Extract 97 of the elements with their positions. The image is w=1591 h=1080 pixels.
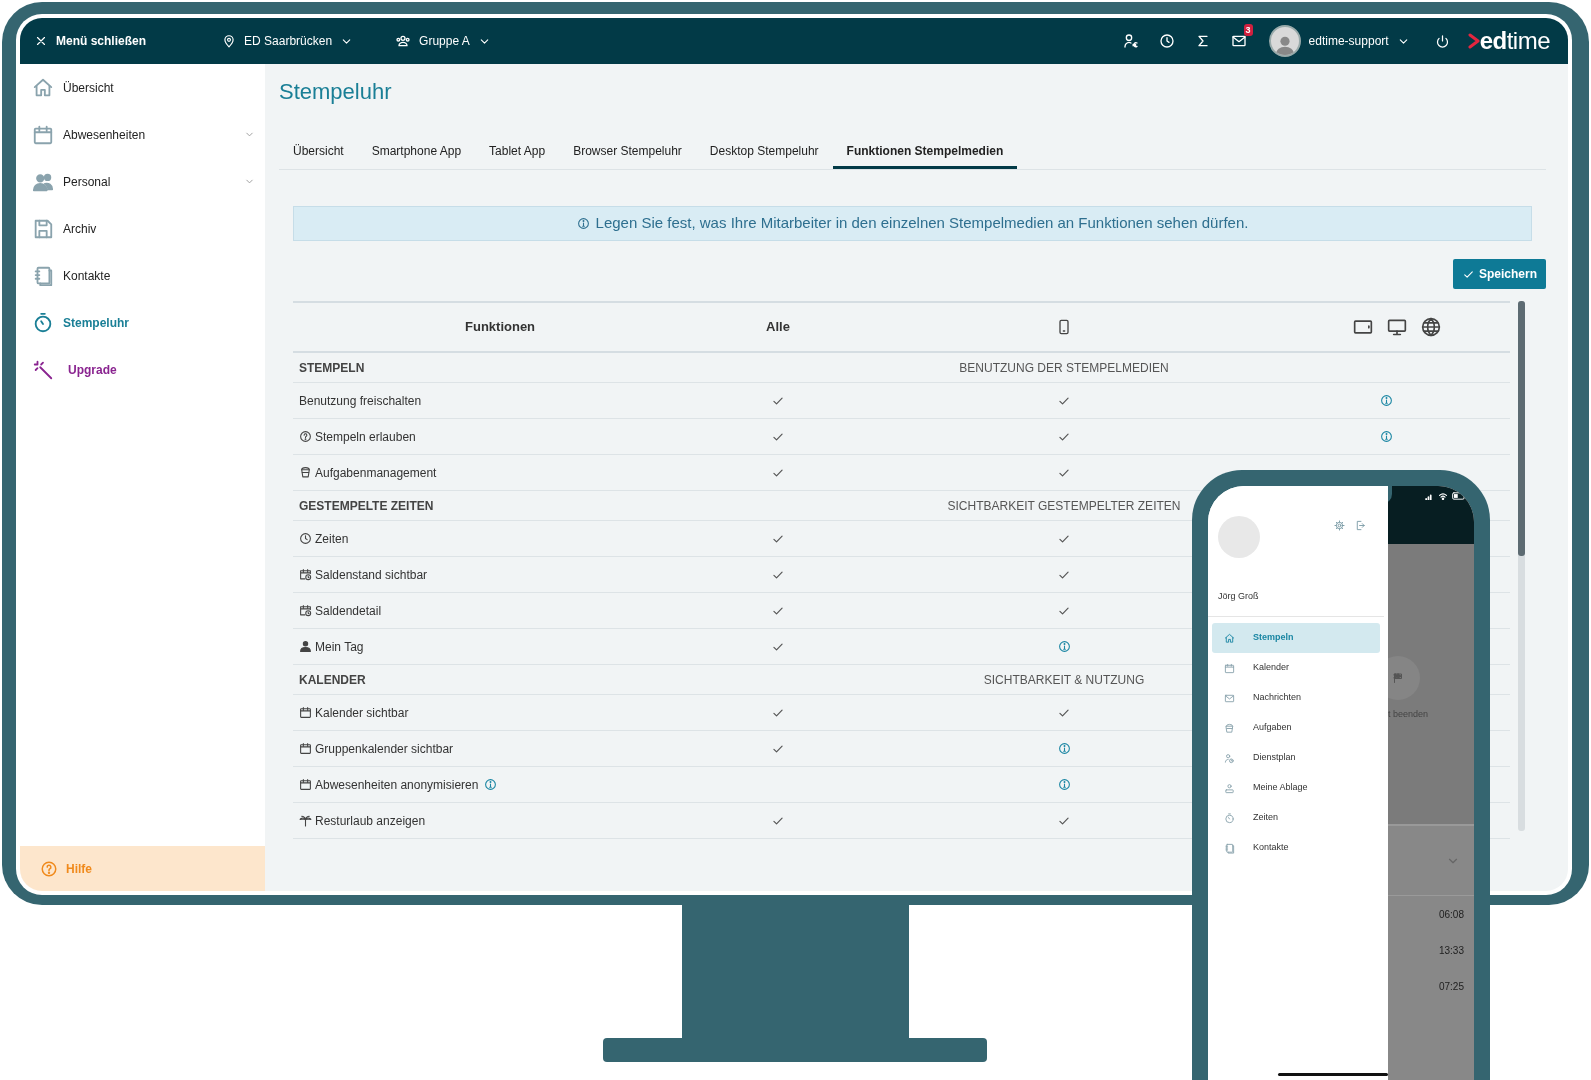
power-icon [1435,33,1451,49]
drawer-menu-item[interactable]: Kontakte [1212,833,1380,863]
function-label: Mein Tag [315,638,364,656]
time-value: 07:25 [1438,979,1464,994]
function-label: Abwesenheiten anonymisieren [315,776,479,794]
close-icon [34,34,48,48]
calendar-icon [299,742,312,755]
tab[interactable]: Tablet App [475,136,560,169]
sidebar-item[interactable]: Archiv [20,205,265,252]
column-header: Funktionen [464,318,537,337]
function-label: Saldenstand sichtbar [315,566,428,584]
tab[interactable]: Desktop Stempeluhr [695,136,833,169]
function-label: Benutzung freischalten [299,392,422,410]
edtime-logo: edtime [1467,29,1550,53]
tab[interactable]: Funktionen Stempelmedien [832,136,1018,169]
group-dropdown[interactable]: Gruppe A [395,32,491,50]
sidebar-item[interactable]: Personal [20,158,265,205]
bucket-icon [1224,722,1235,734]
column-header: Alle [765,318,791,337]
envelope-icon [1224,692,1235,704]
close-menu-button[interactable]: Menü schließen [34,32,147,50]
location-dropdown[interactable]: ED Saarbrücken [222,32,354,50]
contacts-book-icon [32,264,54,287]
drawer-menu-item[interactable]: Aufgaben [1212,713,1380,743]
help-icon [40,859,58,878]
function-label: Saldendetail [315,602,382,620]
calendar-icon [32,123,54,146]
question-circle-icon [299,430,312,443]
person-icon [299,640,312,653]
section-note: SICHTBARKEIT GESTEMPELTER ZEITEN [947,497,1181,515]
logout-icon [1355,520,1366,531]
section-title: GESTEMPELTE ZEITEN [298,497,435,515]
signal-icon [1424,492,1434,500]
home-icon [32,76,54,99]
time-value: 13:33 [1438,943,1464,958]
messages-button[interactable]: 3 [1220,26,1257,56]
sidebar-item[interactable]: Übersicht [20,64,265,111]
function-label: Stempeln erlauben [315,428,416,446]
envelope-icon [1230,33,1247,49]
palm-tree-icon [299,814,312,827]
function-label: Gruppenkalender sichtbar [315,740,454,758]
sidebar-item[interactable]: Kontakte [20,252,265,299]
checkered-flag-icon [1392,672,1404,684]
smartphone-icon [1056,319,1072,335]
drawer-menu-item[interactable]: Dienstplan [1212,743,1380,773]
section-note: BENUTZUNG DER STEMPELMEDIEN [959,359,1169,377]
stopwatch-icon [1224,812,1235,824]
settings-icon [1334,520,1345,531]
info-icon [576,217,590,230]
unread-badge: 3 [1243,24,1253,36]
function-label: Aufgabenmanagement [315,464,437,482]
calendar-icon [299,778,312,791]
function-label: Kalender sichtbar [315,704,409,722]
clock-icon [1158,33,1175,49]
tab[interactable]: Browser Stempeluhr [559,136,696,169]
globe-icon [1421,317,1441,337]
tab[interactable]: Übersicht [279,136,358,169]
clock-icon [299,532,312,545]
monitor-icon [1387,317,1407,337]
calendar-clock-icon [299,604,312,617]
section-title: KALENDER [298,671,367,689]
drawer-menu-item[interactable]: Nachrichten [1212,683,1380,713]
time-value: 06:08 [1438,907,1464,922]
function-label: Resturlaub anzeigen [315,812,426,830]
function-label: Zeiten [315,530,349,548]
drawer-menu-item[interactable]: Kalender [1212,653,1380,683]
user-name: Jörg Groß [1218,591,1259,601]
battery-icon [1452,492,1466,500]
home-icon [1224,632,1235,644]
location-pin-icon [222,34,237,48]
bucket-icon [299,466,312,479]
user-tray-icon [1224,782,1235,794]
contacts-book-icon [1224,842,1235,854]
calendar-icon [1224,662,1235,674]
user-menu-button[interactable]: edtime-support [1268,25,1410,57]
scrollbar-thumb[interactable] [1518,301,1525,556]
group-icon [395,33,412,49]
calendar-clock-icon [299,568,312,581]
wifi-icon [1438,492,1448,500]
user-clock-icon [1224,752,1235,764]
drawer-menu-item[interactable]: Meine Ablage [1212,773,1380,803]
page-title: Stempeluhr [279,78,393,106]
stopwatch-icon [32,311,54,334]
sidebar-item[interactable]: Stempeluhr [20,299,265,346]
sidebar-item[interactable]: Upgrade [20,346,265,393]
tablet-icon [1353,317,1373,337]
sidebar-item[interactable]: Abwesenheiten [20,111,265,158]
user-euro-icon [1122,33,1139,49]
section-title: STEMPELN [298,359,366,377]
chevron-mark-icon [1467,33,1480,49]
tab[interactable]: Smartphone App [357,136,476,169]
magic-wand-icon [32,358,54,381]
info-text: Legen Sie fest, was Ihre Mitarbeiter in den einzelnen Stempelmedien an Funktionen sehen dürfen. [595,213,1249,234]
drawer-menu-item[interactable]: Zeiten [1212,803,1380,833]
calendar-icon [299,706,312,719]
save-button[interactable]: Speichern [1452,259,1546,289]
section-note: SICHTBARKEIT & NUTZUNG [983,671,1145,689]
